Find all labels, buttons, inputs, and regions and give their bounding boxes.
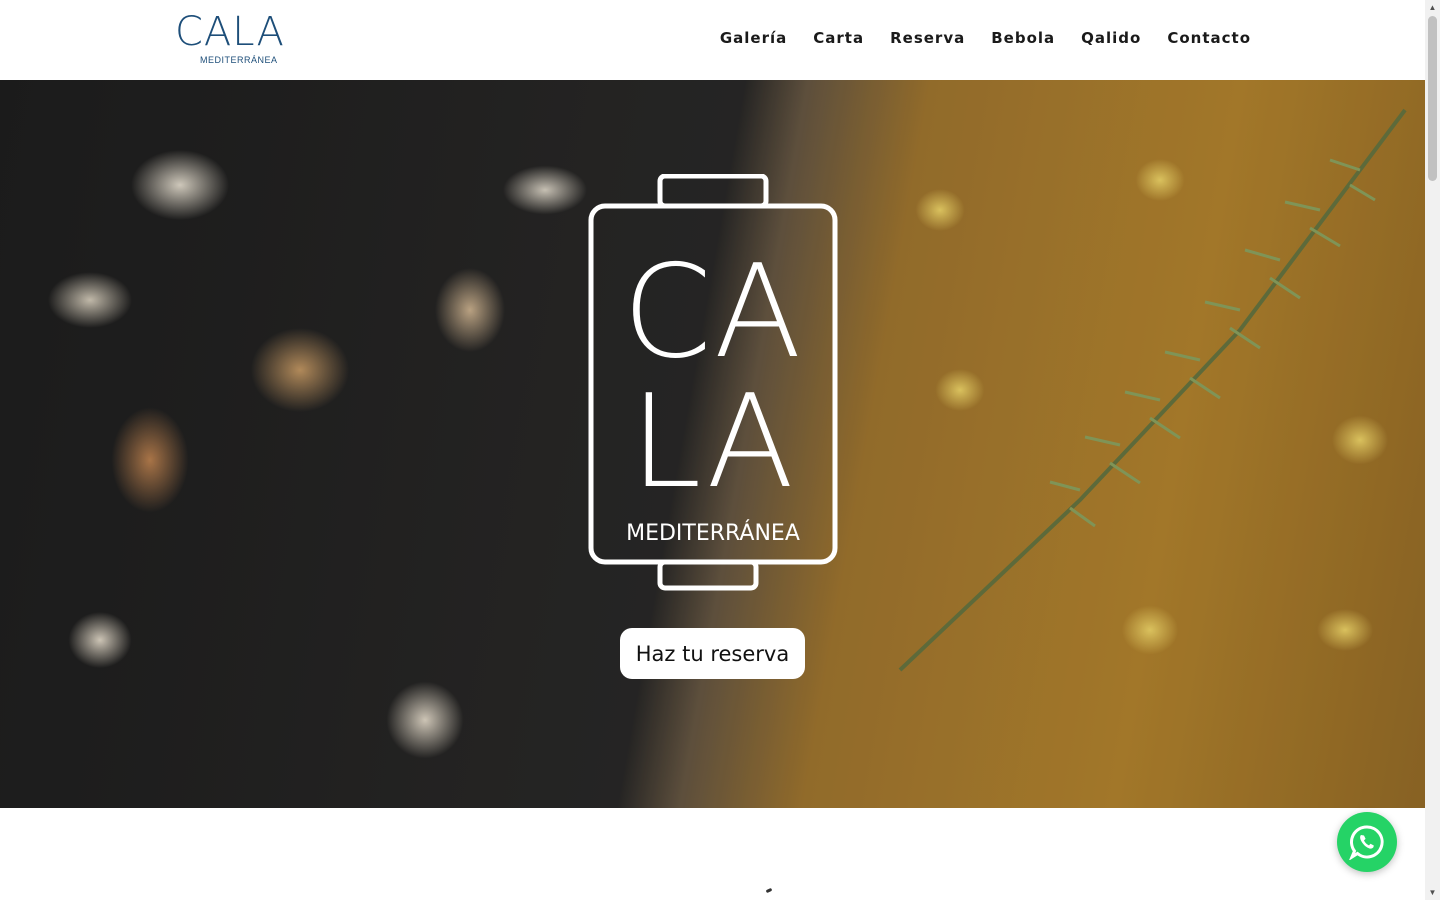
nav-link-contacto[interactable]: Contacto (1167, 29, 1251, 47)
hero-banner: CA LA MEDITERRÁNEA Haz tu reserva (0, 80, 1425, 808)
scroll-up-arrow-icon[interactable]: ▲ (1425, 0, 1440, 15)
emblem-letters-top: CA (623, 238, 804, 387)
emblem-subtitle: MEDITERRÁNEA (626, 520, 800, 546)
nav-link-qalido[interactable]: Qalido (1081, 29, 1141, 47)
nav-link-carta[interactable]: Carta (813, 29, 864, 47)
reserve-button[interactable]: Haz tu reserva (620, 628, 805, 679)
nav-link-galeria[interactable]: Galería (720, 29, 787, 47)
whatsapp-chat-button[interactable] (1337, 812, 1397, 872)
emblem-letters-bottom: LA (630, 368, 796, 517)
site-logo[interactable]: CALA MEDITERRÁNEA (175, 12, 295, 70)
site-header: CALA MEDITERRÁNEA Galería Carta Reserva … (0, 0, 1425, 80)
nav-link-reserva[interactable]: Reserva (890, 29, 965, 47)
main-nav: Galería Carta Reserva Bebola Qalido Cont… (720, 29, 1251, 47)
scroll-down-arrow-icon[interactable]: ▼ (1425, 885, 1440, 900)
hero-emblem-logo: CA LA MEDITERRÁNEA (588, 174, 838, 591)
scrollbar-thumb[interactable] (1428, 16, 1437, 181)
logo-subtitle: MEDITERRÁNEA (200, 55, 278, 65)
nav-link-bebola[interactable]: Bebola (991, 29, 1055, 47)
page-scrollbar[interactable]: ▲ ▼ (1425, 0, 1440, 900)
content-section (0, 808, 1425, 900)
rosemary-garnish-image (898, 108, 1407, 672)
logo-wordmark: CALA (175, 9, 285, 55)
whatsapp-icon (1349, 825, 1384, 860)
